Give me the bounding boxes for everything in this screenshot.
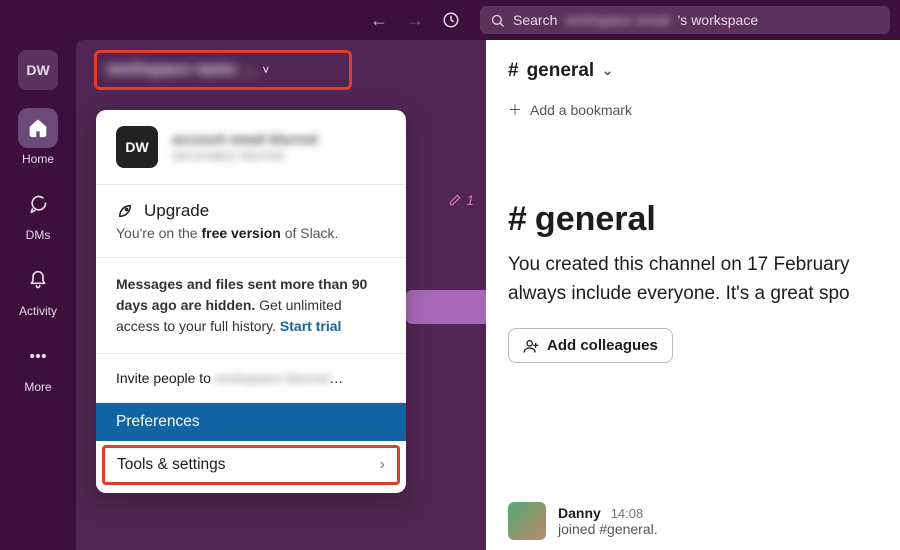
account-avatar: DW [116,126,158,168]
message-time: 14:08 [611,506,644,521]
dropdown-history-section: Messages and files sent more than 90 day… [96,258,406,354]
chat-icon [28,194,48,214]
forward-icon[interactable]: → [406,10,424,31]
workspace-dropdown-menu: DW account email blurred secondary blurr… [96,110,406,493]
back-icon[interactable]: ← [370,10,388,31]
rail-label: DMs [26,228,51,242]
avatar[interactable] [508,502,546,540]
rail-item-home[interactable]: Home [18,108,58,166]
plus-icon: ＋ [508,100,522,120]
more-icon [28,346,48,366]
add-bookmark-button[interactable]: ＋ Add a bookmark [508,100,900,120]
compose-icon[interactable] [458,61,476,79]
sidebar-header: workspace name … ˅ [76,40,486,100]
dropdown-item-preferences[interactable]: Preferences [96,403,406,441]
channel-hero-text: You created this channel on 17 February … [508,251,900,308]
search-input[interactable]: Search workspace email 's workspace [480,6,890,34]
search-placeholder-prefix: Search [513,12,557,28]
workspace-name-blur: workspace name … [107,61,256,79]
dropdown-account-section: DW account email blurred secondary blurr… [96,110,406,185]
upgrade-title: Upgrade [144,201,209,221]
message-body: joined #general. [558,521,658,537]
search-icon [490,13,505,28]
left-rail: DW Home DMs Activity More [0,40,76,550]
channel-sidebar: workspace name … ˅ 1 DW account email bl… [76,40,486,550]
rail-label: More [24,380,51,394]
workspace-switcher[interactable]: DW [18,50,58,90]
message-author[interactable]: Danny [558,505,601,521]
rocket-icon [116,202,134,220]
channel-name: general [527,60,595,82]
edit-count-badge: 1 [448,192,474,208]
history-nav: ← → [370,10,460,31]
start-trial-link[interactable]: Start trial [280,318,341,334]
rail-item-activity[interactable]: Activity [18,260,58,318]
search-placeholder-suffix: 's workspace [678,12,758,28]
channel-content: # general ⌄ ＋ Add a bookmark # general Y… [486,40,900,550]
channel-hero-title: # general [508,200,900,239]
account-lines: account email blurred secondary blurred [172,131,317,163]
bell-icon [28,270,48,290]
add-colleagues-button[interactable]: Add colleagues [508,328,673,363]
selected-channel-row[interactable] [406,290,486,324]
hash-icon: # [508,200,527,239]
history-icon[interactable] [442,11,460,29]
chevron-right-icon: › [380,456,385,474]
rail-label: Activity [19,304,57,318]
home-icon [28,118,48,138]
rail-item-more[interactable]: More [18,336,58,394]
dropdown-upgrade-section[interactable]: Upgrade You're on the free version of Sl… [96,185,406,258]
person-add-icon [523,338,539,354]
workspace-menu-button[interactable]: workspace name … ˅ [94,50,352,90]
rail-label: Home [22,152,54,166]
hash-icon: # [508,60,519,82]
message-row[interactable]: Danny 14:08 joined #general. [508,502,658,540]
chevron-down-icon: ⌄ [602,63,613,79]
top-bar: ← → Search workspace email 's workspace [0,0,900,40]
dropdown-invite-section[interactable]: Invite people to workspace blurred… [96,354,406,403]
filter-icon[interactable] [422,61,440,79]
channel-header-button[interactable]: # general ⌄ [508,60,900,82]
dropdown-item-tools-settings[interactable]: Tools & settings › [102,445,400,485]
chevron-down-icon: ˅ [262,63,269,77]
search-placeholder-blur: workspace email [565,12,669,28]
main-area: DW Home DMs Activity More workspace name… [0,40,900,550]
rail-item-dms[interactable]: DMs [18,184,58,242]
